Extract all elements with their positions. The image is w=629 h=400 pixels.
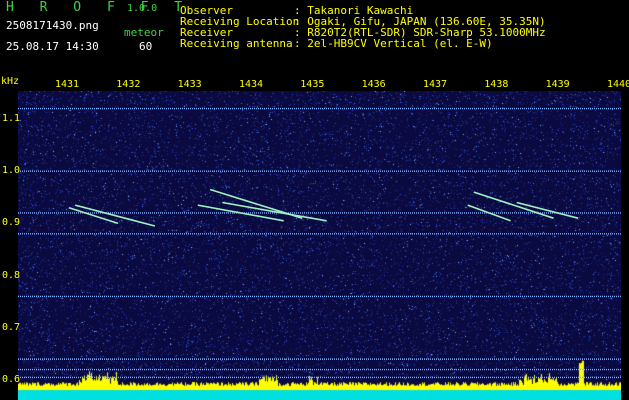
y-axis-unit: kHz — [1, 76, 20, 87]
spectrogram-overlay — [18, 107, 621, 379]
filename-label: 2508171430.png — [6, 19, 99, 32]
meteor-echo — [473, 191, 554, 219]
y-tick-label: 0.7 — [2, 321, 21, 333]
y-tick-label: 1.1 — [2, 113, 21, 124]
y-tick-label: 0.6 — [2, 374, 21, 385]
x-tick-label: 1438 — [484, 79, 509, 90]
meteor-count: 60 — [139, 40, 153, 53]
meteor-label: meteor — [124, 26, 164, 39]
app-logo: H R O F F T — [6, 0, 192, 15]
info-row-antenna: Receiving antenna: 2el-HB9CV Vertical (e… — [180, 37, 493, 50]
spectrogram — [18, 91, 621, 400]
x-tick-label: 1434 — [238, 79, 264, 90]
x-tick-label: 1431 — [54, 79, 80, 90]
station-info: Observer: Takanori Kawachi Receiving Loc… — [180, 5, 546, 49]
hrofft-window: H R O F F T 1.0.0 2508171430.png meteor … — [0, 0, 629, 400]
x-tick-label: 1440 — [606, 79, 629, 90]
x-tick-label: 1437 — [422, 79, 448, 90]
x-tick-label: 1433 — [177, 79, 202, 90]
x-tick-label: 1436 — [361, 79, 386, 90]
x-tick-label: 1439 — [545, 79, 570, 90]
y-tick-label: 1.0 — [2, 165, 21, 177]
y-tick-label: 0.9 — [2, 217, 21, 229]
datetime-label: 25.08.17 14:30 — [6, 40, 99, 53]
app-version: 1.0.0 — [127, 3, 158, 14]
y-tick-label: 0.8 — [2, 269, 21, 281]
x-tick-label: 1432 — [116, 79, 141, 90]
x-tick-label: 1435 — [300, 79, 325, 90]
